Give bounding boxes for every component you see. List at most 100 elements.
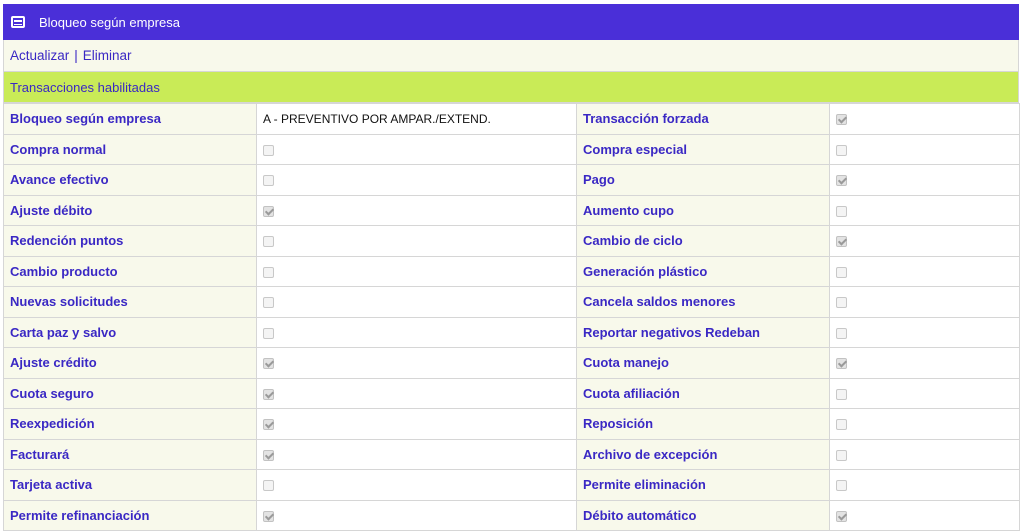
- field-cell: [829, 286, 1020, 318]
- field-cell: [256, 286, 577, 318]
- disabled-checkbox: [263, 419, 274, 431]
- field-cell: [829, 347, 1020, 379]
- field-cell: [256, 408, 577, 440]
- table-row: Cambio producto Generación plástico: [3, 255, 1020, 287]
- table-row: Permite refinanciación Débito automático: [3, 499, 1020, 531]
- disabled-checkbox: [263, 266, 274, 278]
- disabled-checkbox: [263, 449, 274, 461]
- update-link[interactable]: Actualizar: [10, 48, 69, 63]
- field-cell: [256, 438, 577, 470]
- panel-title: Bloqueo según empresa: [39, 14, 180, 30]
- field-label: Generación plástico: [576, 255, 830, 287]
- disabled-checkbox: [263, 205, 274, 217]
- section-header: Transacciones habilitadas: [3, 72, 1019, 103]
- field-label: Cambio producto: [3, 255, 257, 287]
- disabled-checkbox: [263, 175, 274, 187]
- table-row: Reexpedición Reposición: [3, 408, 1020, 440]
- field-cell: [256, 164, 577, 196]
- field-label: Cambio de ciclo: [576, 225, 830, 257]
- field-label: Permite refinanciación: [3, 499, 257, 531]
- disabled-checkbox: [836, 114, 847, 126]
- field-cell: [256, 377, 577, 409]
- field-label: Aumento cupo: [576, 194, 830, 226]
- table-row: Ajuste débito Aumento cupo: [3, 194, 1020, 226]
- disabled-checkbox: [263, 388, 274, 400]
- field-cell: [256, 255, 577, 287]
- disabled-checkbox: [836, 236, 847, 248]
- action-separator: |: [74, 48, 78, 63]
- field-cell: [829, 103, 1020, 135]
- field-cell: [829, 377, 1020, 409]
- disabled-checkbox: [263, 236, 274, 248]
- table-row: Compra normal Compra especial: [3, 133, 1020, 165]
- disabled-checkbox: [263, 144, 274, 156]
- disabled-checkbox: [836, 510, 847, 522]
- field-cell: [829, 255, 1020, 287]
- field-cell: [256, 499, 577, 531]
- disabled-checkbox: [836, 449, 847, 461]
- disabled-checkbox: [263, 480, 274, 492]
- disabled-checkbox: [263, 358, 274, 370]
- table-row: Tarjeta activa Permite eliminación: [3, 469, 1020, 501]
- field-value: A - PREVENTIVO POR AMPAR./EXTEND.: [263, 111, 491, 126]
- disabled-checkbox: [836, 388, 847, 400]
- window-icon: [11, 16, 25, 28]
- field-cell: [256, 469, 577, 501]
- disabled-checkbox: [263, 297, 274, 309]
- field-label: Cuota seguro: [3, 377, 257, 409]
- field-label: Compra especial: [576, 133, 830, 165]
- table-row: Redención puntos Cambio de ciclo: [3, 225, 1020, 257]
- field-cell: [829, 469, 1020, 501]
- disabled-checkbox: [836, 205, 847, 217]
- field-cell: [256, 133, 577, 165]
- field-cell: [256, 316, 577, 348]
- delete-link[interactable]: Eliminar: [83, 48, 132, 63]
- field-label: Carta paz y salvo: [3, 316, 257, 348]
- field-cell: [829, 194, 1020, 226]
- disabled-checkbox: [836, 175, 847, 187]
- disabled-checkbox: [836, 480, 847, 492]
- field-label: Archivo de excepción: [576, 438, 830, 470]
- field-cell: [256, 225, 577, 257]
- disabled-checkbox: [836, 327, 847, 339]
- disabled-checkbox: [263, 510, 274, 522]
- disabled-checkbox: [263, 327, 274, 339]
- field-cell: [829, 408, 1020, 440]
- field-label: Cuota manejo: [576, 347, 830, 379]
- table-row: Carta paz y salvo Reportar negativos Rede…: [3, 316, 1020, 348]
- field-label: Ajuste crédito: [3, 347, 257, 379]
- panel: Bloqueo según empresa Actualizar | Elimi…: [3, 4, 1020, 531]
- field-label: Facturará: [3, 438, 257, 470]
- table-row: Bloqueo según empresa A - PREVENTIVO POR …: [3, 103, 1020, 135]
- field-cell: [256, 347, 577, 379]
- field-label: Bloqueo según empresa: [3, 103, 257, 135]
- panel-header: Bloqueo según empresa: [3, 4, 1019, 40]
- field-label: Cuota afiliación: [576, 377, 830, 409]
- field-label: Permite eliminación: [576, 469, 830, 501]
- table-row: Facturará Archivo de excepción: [3, 438, 1020, 470]
- disabled-checkbox: [836, 358, 847, 370]
- field-cell: [829, 438, 1020, 470]
- field-cell: [829, 316, 1020, 348]
- field-label: Compra normal: [3, 133, 257, 165]
- field-label: Avance efectivo: [3, 164, 257, 196]
- field-cell: A - PREVENTIVO POR AMPAR./EXTEND.: [256, 103, 577, 135]
- table-row: Ajuste crédito Cuota manejo: [3, 347, 1020, 379]
- field-label: Nuevas solicitudes: [3, 286, 257, 318]
- field-label: Reexpedición: [3, 408, 257, 440]
- transactions-table: Bloqueo según empresa A - PREVENTIVO POR …: [3, 103, 1020, 531]
- field-cell: [829, 164, 1020, 196]
- field-label: Cancela saldos menores: [576, 286, 830, 318]
- field-label: Débito automático: [576, 499, 830, 531]
- table-row: Nuevas solicitudes Cancela saldos menores: [3, 286, 1020, 318]
- disabled-checkbox: [836, 144, 847, 156]
- field-label: Reportar negativos Redeban: [576, 316, 830, 348]
- table-row: Cuota seguro Cuota afiliación: [3, 377, 1020, 409]
- field-cell: [256, 194, 577, 226]
- field-label: Pago: [576, 164, 830, 196]
- field-cell: [829, 225, 1020, 257]
- disabled-checkbox: [836, 266, 847, 278]
- section-title: Transacciones habilitadas: [10, 79, 160, 95]
- field-label: Transacción forzada: [576, 103, 830, 135]
- field-label: Redención puntos: [3, 225, 257, 257]
